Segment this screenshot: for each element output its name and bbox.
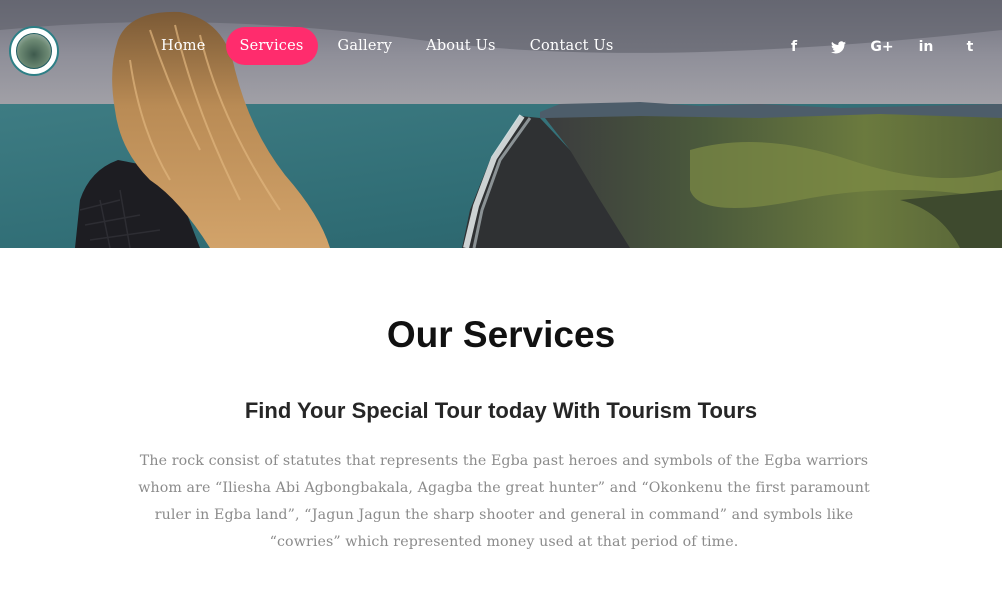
tumblr-icon[interactable]: t (948, 33, 992, 61)
main-navigation: Home Services Gallery About Us Contact U… (147, 27, 634, 65)
twitter-icon[interactable] (816, 33, 860, 61)
nav-item-gallery[interactable]: Gallery (324, 27, 407, 65)
social-links: f G+ in t (772, 33, 992, 61)
section-subtitle: Find Your Special Tour today With Touris… (244, 398, 758, 423)
google-plus-glyph: G+ (870, 39, 894, 55)
site-logo[interactable] (9, 26, 59, 76)
hero-banner: Home Services Gallery About Us Contact U… (0, 0, 1002, 248)
linkedin-icon[interactable]: in (904, 33, 948, 61)
twitter-bird-icon (830, 40, 846, 53)
facebook-glyph: f (790, 39, 798, 55)
page-title: Our Services (386, 314, 616, 355)
services-description: The rock consist of statutes that repres… (138, 453, 870, 550)
nav-item-services[interactable]: Services (225, 27, 318, 65)
nav-item-contact-us[interactable]: Contact Us (516, 27, 628, 65)
google-plus-icon[interactable]: G+ (860, 33, 904, 61)
linkedin-glyph: in (918, 39, 934, 55)
nav-item-about-us[interactable]: About Us (412, 27, 510, 65)
logo-emblem-icon (16, 33, 52, 69)
nav-item-home[interactable]: Home (147, 27, 220, 65)
facebook-icon[interactable]: f (772, 33, 816, 61)
tumblr-glyph: t (966, 39, 974, 55)
